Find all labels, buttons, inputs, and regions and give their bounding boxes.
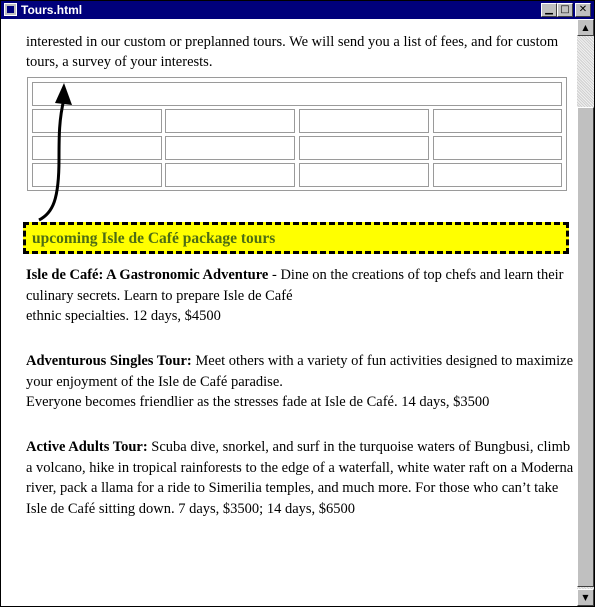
close-button[interactable]: ✕ [575, 3, 591, 17]
tour-name: Isle de Café: A Gastronomic Adventure [26, 267, 269, 283]
browser-window: Tours.html ▁ □ ✕ interested in our custo… [0, 0, 595, 607]
tour-item-singles: Adventurous Singles Tour: Meet others wi… [26, 351, 576, 413]
app-icon [4, 3, 17, 16]
title-bar[interactable]: Tours.html ▁ □ ✕ [1, 1, 594, 19]
page-content: interested in our custom or preplanned t… [1, 19, 577, 606]
vertical-scrollbar[interactable]: ▲ ▼ [577, 19, 594, 606]
tour-item-gastronomic: Isle de Café: A Gastronomic Adventure - … [26, 265, 576, 327]
scroll-thumb[interactable] [577, 107, 594, 587]
scroll-up-button[interactable]: ▲ [577, 19, 594, 36]
tour-details: ethnic specialties. 12 days, $4500 [26, 308, 221, 324]
tour-name: Active Adults Tour: [26, 439, 148, 455]
maximize-button[interactable]: □ [557, 3, 573, 17]
tour-item-active-adults: Active Adults Tour: Scuba dive, snorkel,… [26, 437, 576, 519]
scroll-down-button[interactable]: ▼ [577, 589, 594, 606]
minimize-button[interactable]: ▁ [541, 3, 557, 17]
tour-details: Everyone becomes friendlier as the stres… [26, 394, 490, 410]
arrow-annotation-icon [38, 83, 72, 222]
tour-name: Adventurous Singles Tour: [26, 353, 192, 369]
window-title: Tours.html [21, 3, 83, 17]
tour-separator: - [268, 267, 281, 283]
